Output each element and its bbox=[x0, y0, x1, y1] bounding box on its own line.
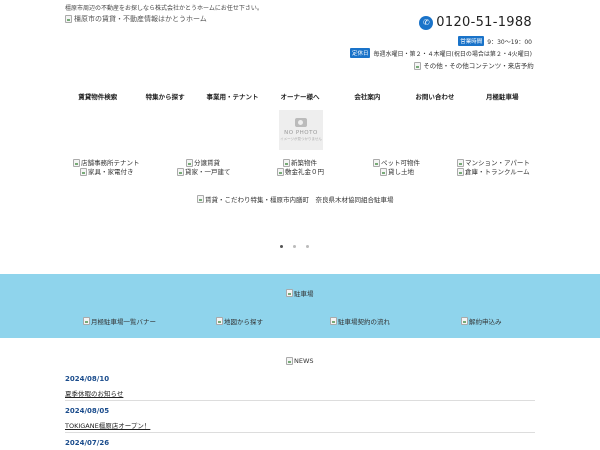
category-label: 貸し土地 bbox=[388, 168, 414, 176]
category-label: 分譲賃貸 bbox=[194, 159, 220, 167]
broken-image-icon bbox=[286, 357, 293, 365]
category-link[interactable]: 敷金礼金０円 bbox=[277, 168, 324, 177]
hours-text: 9：30～19：00 bbox=[487, 38, 532, 46]
slider-dot[interactable] bbox=[306, 245, 309, 248]
nav-item-business[interactable]: 事業用・テナント bbox=[199, 87, 266, 105]
map-search-link[interactable]: 地図から探す bbox=[216, 316, 263, 326]
parking-link-label: 駐車場契約の流れ bbox=[338, 318, 390, 326]
broken-image-icon bbox=[373, 159, 380, 167]
category-label: 倉庫・トランクルーム bbox=[465, 168, 530, 176]
parking-title-text: 駐車場 bbox=[294, 290, 314, 298]
category-link[interactable]: マンション・アパート bbox=[457, 159, 530, 168]
broken-image-icon bbox=[414, 62, 422, 70]
broken-image-icon bbox=[216, 317, 223, 325]
news-item-link[interactable]: TOKIGANE橿原店オープン！ bbox=[65, 420, 150, 430]
broken-image-icon bbox=[80, 168, 87, 176]
phone-number: 0120-51-1988 bbox=[436, 15, 532, 30]
broken-image-icon bbox=[457, 159, 464, 167]
hours-badge: 営業時間 bbox=[458, 36, 485, 46]
news-title-text: NEWS bbox=[294, 357, 314, 365]
nophoto-text: NO PHOTO bbox=[284, 130, 318, 136]
site-tagline: 橿原市周辺の不動産をお探しなら株式会社かとうホームにお任せ下さい。 bbox=[65, 5, 263, 12]
phone-icon: ✆ bbox=[419, 15, 434, 30]
business-hours: 営業時間 9：30～19：00 bbox=[458, 36, 532, 46]
category-link[interactable]: ペット可物件 bbox=[373, 159, 420, 168]
category-label: 敷金礼金０円 bbox=[285, 168, 324, 176]
nav-item-company[interactable]: 会社案内 bbox=[334, 87, 401, 105]
broken-image-icon bbox=[330, 317, 337, 325]
broken-image-icon bbox=[65, 15, 72, 23]
main-nav: 賃貸物件検索 特集から探す 事業用・テナント オーナー様へ 会社案内 お問い合わ… bbox=[64, 87, 536, 105]
category-link[interactable]: 分譲賃貸 bbox=[186, 159, 220, 168]
category-link[interactable]: 店舗事務所テナント bbox=[73, 159, 140, 168]
broken-image-icon bbox=[283, 159, 290, 167]
broken-image-icon bbox=[83, 317, 90, 325]
hero-banner-link[interactable]: 賃貸・こだわり特集・橿原市内膳町 奈良県木材協同組合駐車場 bbox=[197, 194, 394, 204]
contract-flow-link[interactable]: 駐車場契約の流れ bbox=[330, 316, 390, 326]
phone-contact[interactable]: ✆ 0120-51-1988 bbox=[419, 15, 532, 30]
broken-image-icon bbox=[380, 168, 387, 176]
broken-image-icon bbox=[73, 159, 80, 167]
nav-item-owners[interactable]: オーナー様へ bbox=[266, 87, 333, 105]
slider-dot[interactable] bbox=[280, 245, 283, 248]
broken-image-icon bbox=[286, 289, 293, 297]
broken-image-icon bbox=[177, 168, 184, 176]
site-logo[interactable]: 橿原市の賃貸・不動産情報はかとうホーム bbox=[65, 14, 207, 24]
nav-item-parking[interactable]: 月極駐車場 bbox=[469, 87, 536, 105]
news-divider bbox=[65, 400, 535, 401]
category-label: マンション・アパート bbox=[465, 159, 530, 167]
parking-link-label: 解約申込み bbox=[469, 318, 502, 326]
news-item-link[interactable]: 夏季休暇のお知らせ bbox=[65, 388, 123, 398]
parking-section bbox=[0, 274, 600, 338]
other-contents-link[interactable]: その他・その他コンテンツ・来店予約 bbox=[414, 62, 534, 71]
banner-text: 賃貸・こだわり特集・橿原市内膳町 奈良県木材協同組合駐車場 bbox=[205, 196, 394, 204]
category-link[interactable]: 新築物件 bbox=[283, 159, 317, 168]
other-contents-text: その他・その他コンテンツ・来店予約 bbox=[423, 62, 534, 70]
slider-dot[interactable] bbox=[293, 245, 296, 248]
parking-list-link[interactable]: 月極駐車場一覧バナー bbox=[83, 316, 156, 326]
nav-item-contact[interactable]: お問い合わせ bbox=[401, 87, 468, 105]
nav-item-rental-search[interactable]: 賃貸物件検索 bbox=[64, 87, 131, 105]
news-divider bbox=[65, 432, 535, 433]
broken-image-icon bbox=[461, 317, 468, 325]
category-link[interactable]: 家具・家電付き bbox=[80, 168, 134, 177]
category-link[interactable]: 貸し土地 bbox=[380, 168, 414, 177]
category-link[interactable]: 貸家・一戸建て bbox=[177, 168, 231, 177]
closed-badge: 定休日 bbox=[349, 48, 371, 58]
nav-item-features[interactable]: 特集から探す bbox=[131, 87, 198, 105]
news-date: 2024/08/10 bbox=[65, 375, 110, 383]
nophoto-subtext: イメージが見つかりません bbox=[280, 137, 322, 141]
logo-alt-text: 橿原市の賃貸・不動産情報はかとうホーム bbox=[74, 15, 207, 23]
camera-icon bbox=[295, 118, 307, 127]
category-label: 貸家・一戸建て bbox=[185, 168, 231, 176]
cancellation-link[interactable]: 解約申込み bbox=[461, 316, 502, 326]
news-title: NEWS bbox=[286, 357, 314, 365]
closed-days: 定休日 毎週水曜日・第２・４木曜日(祝日の場合は第２・4火曜日) bbox=[349, 48, 532, 58]
slider-dots bbox=[280, 245, 309, 248]
broken-image-icon bbox=[277, 168, 284, 176]
category-label: ペット可物件 bbox=[381, 159, 420, 167]
category-label: 家具・家電付き bbox=[88, 168, 134, 176]
category-label: 店舗事務所テナント bbox=[81, 159, 140, 167]
parking-link-label: 地図から探す bbox=[224, 318, 263, 326]
broken-image-icon bbox=[186, 159, 193, 167]
parking-title: 駐車場 bbox=[286, 288, 314, 298]
broken-image-icon bbox=[457, 168, 464, 176]
category-link[interactable]: 倉庫・トランクルーム bbox=[457, 168, 530, 177]
news-date: 2024/07/26 bbox=[65, 439, 110, 447]
category-label: 新築物件 bbox=[291, 159, 317, 167]
broken-image-icon bbox=[197, 195, 204, 203]
closed-text: 毎週水曜日・第２・４木曜日(祝日の場合は第２・4火曜日) bbox=[373, 50, 532, 58]
parking-link-label: 月極駐車場一覧バナー bbox=[91, 318, 156, 326]
news-date: 2024/08/05 bbox=[65, 407, 110, 415]
hero-image: NO PHOTO イメージが見つかりません bbox=[279, 110, 323, 150]
